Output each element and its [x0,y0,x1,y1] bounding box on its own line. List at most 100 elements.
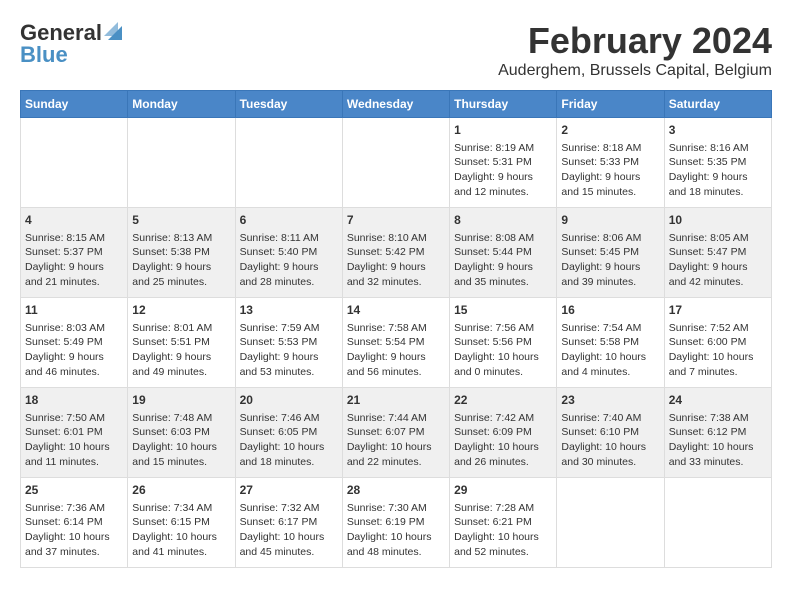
day-info-line: Sunset: 5:56 PM [454,335,552,350]
calendar-cell: 14Sunrise: 7:58 AMSunset: 5:54 PMDayligh… [342,298,449,388]
day-info-line: Sunrise: 7:30 AM [347,501,445,516]
day-info-line: and 26 minutes. [454,455,552,470]
page-header: General Blue February 2024 Auderghem, Br… [20,20,772,80]
day-info-line: Sunrise: 7:36 AM [25,501,123,516]
title-block: February 2024 Auderghem, Brussels Capita… [498,20,772,80]
calendar-table: SundayMondayTuesdayWednesdayThursdayFrid… [20,90,772,568]
header-day-sunday: Sunday [21,91,128,118]
day-info-line: and 7 minutes. [669,365,767,380]
day-info-line: and 22 minutes. [347,455,445,470]
calendar-cell: 6Sunrise: 8:11 AMSunset: 5:40 PMDaylight… [235,208,342,298]
day-info-line: and 48 minutes. [347,545,445,560]
calendar-cell: 12Sunrise: 8:01 AMSunset: 5:51 PMDayligh… [128,298,235,388]
calendar-cell: 13Sunrise: 7:59 AMSunset: 5:53 PMDayligh… [235,298,342,388]
day-info-line: Daylight: 9 hours [347,260,445,275]
day-info-line: Sunrise: 8:19 AM [454,141,552,156]
day-info-line: Sunset: 5:54 PM [347,335,445,350]
week-row-2: 4Sunrise: 8:15 AMSunset: 5:37 PMDaylight… [21,208,772,298]
day-info-line: Sunrise: 7:42 AM [454,411,552,426]
calendar-cell [664,478,771,568]
header-day-tuesday: Tuesday [235,91,342,118]
day-info-line: and 0 minutes. [454,365,552,380]
day-info-line: Sunrise: 7:50 AM [25,411,123,426]
day-info-line: and 56 minutes. [347,365,445,380]
header-row: SundayMondayTuesdayWednesdayThursdayFrid… [21,91,772,118]
calendar-cell [235,118,342,208]
day-info-line: Daylight: 9 hours [561,170,659,185]
day-info-line: Sunrise: 7:54 AM [561,321,659,336]
logo: General Blue [20,20,126,68]
day-info-line: Sunset: 6:15 PM [132,515,230,530]
calendar-cell: 22 Sunrise: 7:42 AMSunset: 6:09 PMDayligh… [450,388,557,478]
day-info-line: Daylight: 9 hours [132,260,230,275]
day-info-line: Daylight: 9 hours [25,350,123,365]
day-number: 28 [347,482,445,499]
day-number: 2 [561,122,659,139]
day-number: 27 [240,482,338,499]
day-info-line: and 4 minutes. [561,365,659,380]
day-info-line: Daylight: 9 hours [240,350,338,365]
day-number: 8 [454,212,552,229]
day-info-line: and 53 minutes. [240,365,338,380]
day-info-line: Daylight: 10 hours [25,530,123,545]
day-info-line: Sunrise: 7:48 AM [132,411,230,426]
day-info-line: Sunrise: 8:01 AM [132,321,230,336]
day-info-line: Daylight: 10 hours [347,440,445,455]
day-info-line: Daylight: 9 hours [454,170,552,185]
day-info-line: Daylight: 10 hours [669,350,767,365]
day-info-line: Sunset: 6:12 PM [669,425,767,440]
day-number: 22 [454,392,552,409]
day-info-line: and 35 minutes. [454,275,552,290]
day-info-line: Daylight: 10 hours [25,440,123,455]
day-info-line: Sunrise: 8:13 AM [132,231,230,246]
day-info-line: Sunset: 6:05 PM [240,425,338,440]
day-info-line: Sunrise: 8:18 AM [561,141,659,156]
day-info-line: Sunset: 5:53 PM [240,335,338,350]
calendar-cell: 9Sunrise: 8:06 AMSunset: 5:45 PMDaylight… [557,208,664,298]
day-info-line: Sunset: 5:33 PM [561,155,659,170]
day-info-line: and 18 minutes. [240,455,338,470]
day-info-line: Sunset: 6:09 PM [454,425,552,440]
day-number: 5 [132,212,230,229]
day-info-line: Daylight: 9 hours [454,260,552,275]
day-info-line: Sunset: 5:47 PM [669,245,767,260]
day-info-line: and 18 minutes. [669,185,767,200]
day-info-line: Daylight: 10 hours [240,530,338,545]
day-info-line: Daylight: 10 hours [669,440,767,455]
day-number: 26 [132,482,230,499]
logo-blue: Blue [20,42,68,68]
day-number: 9 [561,212,659,229]
header-day-thursday: Thursday [450,91,557,118]
day-number: 1 [454,122,552,139]
day-number: 4 [25,212,123,229]
day-info-line: Sunrise: 7:46 AM [240,411,338,426]
calendar-cell: 20Sunrise: 7:46 AMSunset: 6:05 PMDayligh… [235,388,342,478]
day-info-line: Sunrise: 8:05 AM [669,231,767,246]
day-info-line: and 25 minutes. [132,275,230,290]
calendar-cell: 5Sunrise: 8:13 AMSunset: 5:38 PMDaylight… [128,208,235,298]
day-info-line: Daylight: 10 hours [561,440,659,455]
day-number: 6 [240,212,338,229]
day-info-line: and 11 minutes. [25,455,123,470]
day-info-line: Sunset: 6:10 PM [561,425,659,440]
week-row-3: 11Sunrise: 8:03 AMSunset: 5:49 PMDayligh… [21,298,772,388]
calendar-cell: 28Sunrise: 7:30 AMSunset: 6:19 PMDayligh… [342,478,449,568]
day-info-line: Sunrise: 7:32 AM [240,501,338,516]
calendar-cell: 27Sunrise: 7:32 AMSunset: 6:17 PMDayligh… [235,478,342,568]
day-info-line: Sunset: 5:49 PM [25,335,123,350]
calendar-cell: 11Sunrise: 8:03 AMSunset: 5:49 PMDayligh… [21,298,128,388]
day-info-line: Sunset: 6:21 PM [454,515,552,530]
day-info-line: Daylight: 10 hours [454,440,552,455]
day-info-line: and 33 minutes. [669,455,767,470]
calendar-cell: 19Sunrise: 7:48 AMSunset: 6:03 PMDayligh… [128,388,235,478]
header-day-wednesday: Wednesday [342,91,449,118]
day-info-line: Daylight: 10 hours [561,350,659,365]
calendar-cell: 8Sunrise: 8:08 AMSunset: 5:44 PMDaylight… [450,208,557,298]
day-info-line: and 49 minutes. [132,365,230,380]
day-number: 24 [669,392,767,409]
day-info-line: Sunrise: 8:15 AM [25,231,123,246]
day-info-line: Sunrise: 7:44 AM [347,411,445,426]
calendar-cell: 15Sunrise: 7:56 AMSunset: 5:56 PMDayligh… [450,298,557,388]
calendar-cell [342,118,449,208]
day-info-line: Sunset: 6:00 PM [669,335,767,350]
